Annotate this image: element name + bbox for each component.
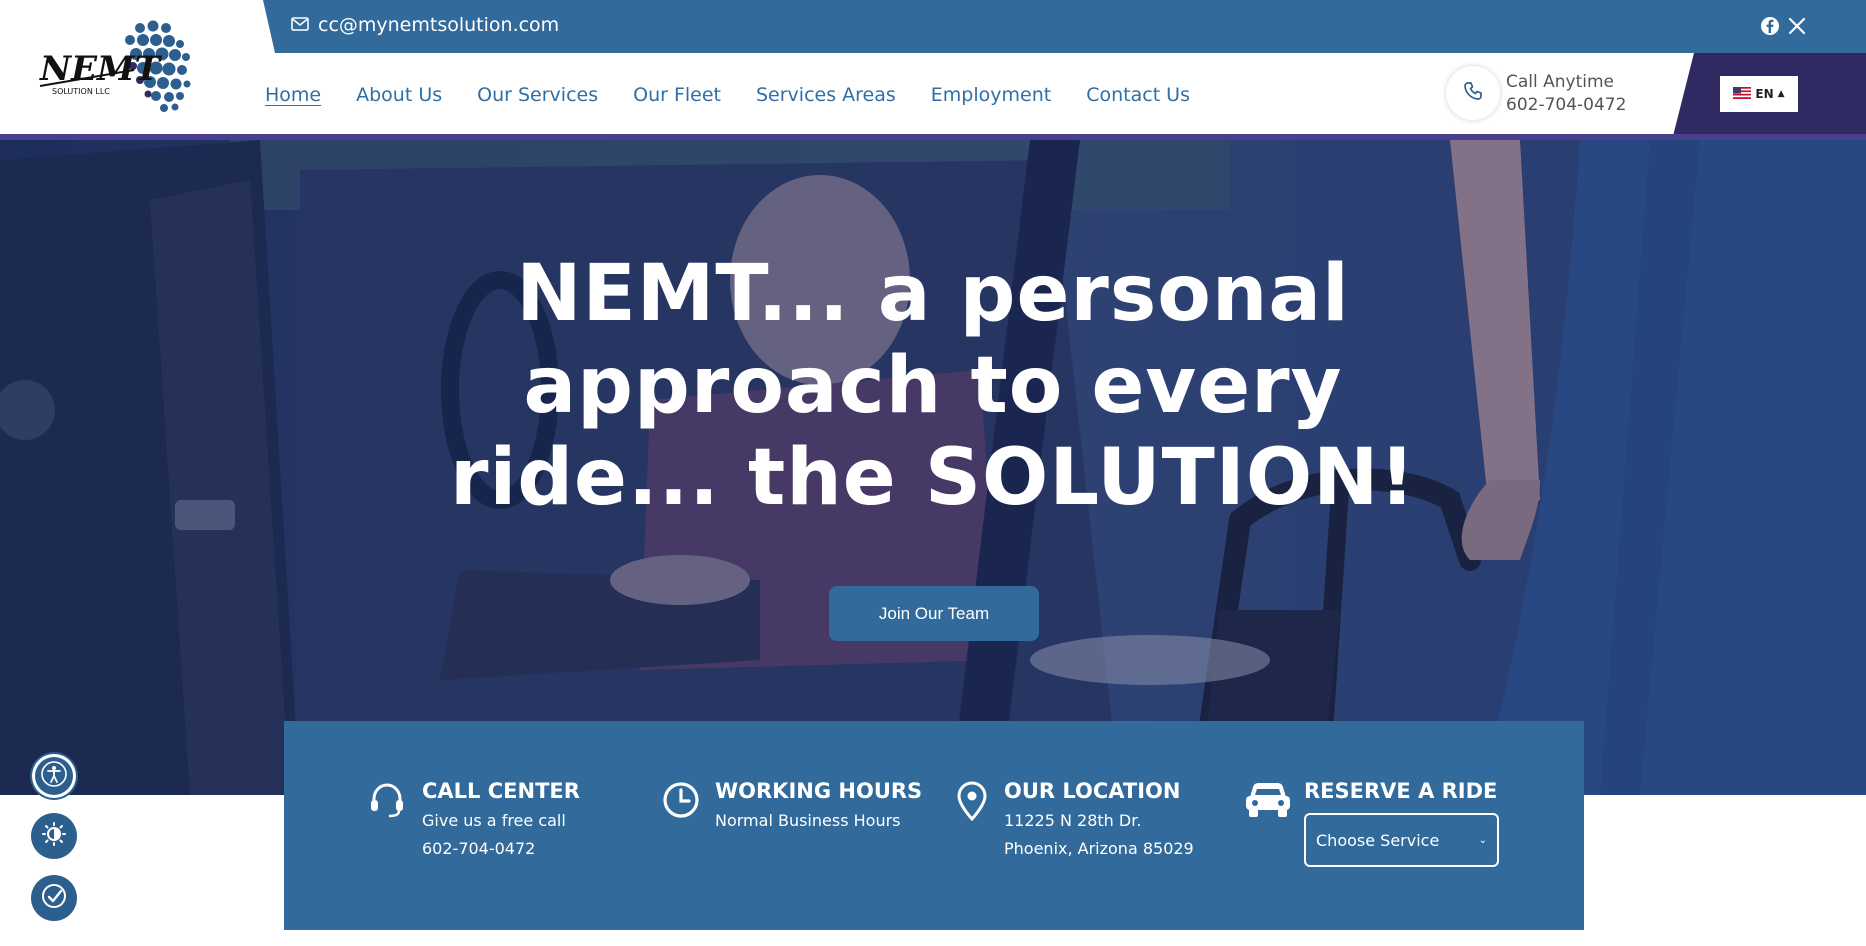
clock-icon <box>662 781 700 823</box>
svg-text:SOLUTION LLC: SOLUTION LLC <box>52 87 110 96</box>
nav-item-our-services[interactable]: Our Services <box>477 84 598 106</box>
language-code: EN <box>1755 87 1774 101</box>
location-street: 11225 N 28th Dr. <box>1004 811 1142 830</box>
mail-icon <box>291 16 309 32</box>
nav-item-contact-us[interactable]: Contact Us <box>1086 84 1190 106</box>
email-link[interactable]: cc@mynemtsolution.com <box>318 14 559 36</box>
nav-item-employment[interactable]: Employment <box>931 84 1051 106</box>
working-hours-text: Normal Business Hours <box>715 811 901 830</box>
call-center-title: CALL CENTER <box>422 779 580 803</box>
hero-headline: NEMT... a personal approach to every rid… <box>433 248 1433 524</box>
main-navigation: Home About Us Our Services Our Fleet Ser… <box>265 84 1225 106</box>
phone-icon <box>1463 81 1483 105</box>
facebook-icon[interactable] <box>1760 16 1780 36</box>
accessibility-icon <box>41 761 67 791</box>
location-city: Phoenix, Arizona 85029 <box>1004 839 1194 858</box>
language-selector[interactable]: EN ▲ <box>1720 76 1798 112</box>
choose-service-value: Choose Service <box>1316 830 1440 850</box>
contact-info-bar: CALL CENTER Give us a free call 602-704-… <box>284 721 1584 930</box>
nav-item-services-areas[interactable]: Services Areas <box>756 84 896 106</box>
nav-item-about-us[interactable]: About Us <box>356 84 442 106</box>
chevron-down-icon: ⌄ <box>1478 834 1487 846</box>
hero-headline-line-2: approach to every <box>523 341 1343 431</box>
site-header: NEMT SOLUTION LLC cc@mynemtsolution.com … <box>0 0 1866 140</box>
choose-service-select[interactable]: Choose Service ⌄ <box>1304 813 1499 867</box>
call-center-text: Give us a free call <box>422 811 566 830</box>
join-our-team-button[interactable]: Join Our Team <box>829 586 1039 641</box>
hero-headline-line-1: NEMT... a personal <box>516 249 1350 339</box>
gauge-check-icon <box>40 882 68 914</box>
chevron-up-icon: ▲ <box>1777 89 1785 99</box>
call-center-phone[interactable]: 602-704-0472 <box>422 839 535 858</box>
working-hours-title: WORKING HOURS <box>715 779 923 803</box>
top-contact-bar: cc@mynemtsolution.com <box>263 0 1866 53</box>
nav-item-home[interactable]: Home <box>265 84 321 106</box>
contrast-icon <box>41 821 67 851</box>
nemt-logo[interactable]: NEMT SOLUTION LLC <box>38 14 194 118</box>
hero-banner: NEMT... a personal approach to every rid… <box>0 140 1866 795</box>
contrast-toggle-button[interactable] <box>31 813 77 859</box>
phone-icon-button[interactable] <box>1446 66 1500 120</box>
us-flag-icon <box>1733 86 1752 102</box>
map-pin-icon <box>956 781 988 825</box>
nav-item-our-fleet[interactable]: Our Fleet <box>633 84 721 106</box>
hero-headline-line-3: ride... the SOLUTION! <box>450 433 1416 523</box>
car-icon <box>1244 781 1292 823</box>
accessibility-button[interactable] <box>35 757 73 795</box>
call-anytime-label: Call Anytime <box>1506 72 1615 92</box>
location-title: OUR LOCATION <box>1004 779 1181 803</box>
headset-icon <box>368 781 406 823</box>
reserve-ride-title: RESERVE A RIDE <box>1304 779 1498 803</box>
x-twitter-icon[interactable] <box>1787 16 1807 36</box>
header-phone-number[interactable]: 602-704-0472 <box>1506 95 1626 115</box>
reading-guide-button[interactable] <box>31 875 77 921</box>
